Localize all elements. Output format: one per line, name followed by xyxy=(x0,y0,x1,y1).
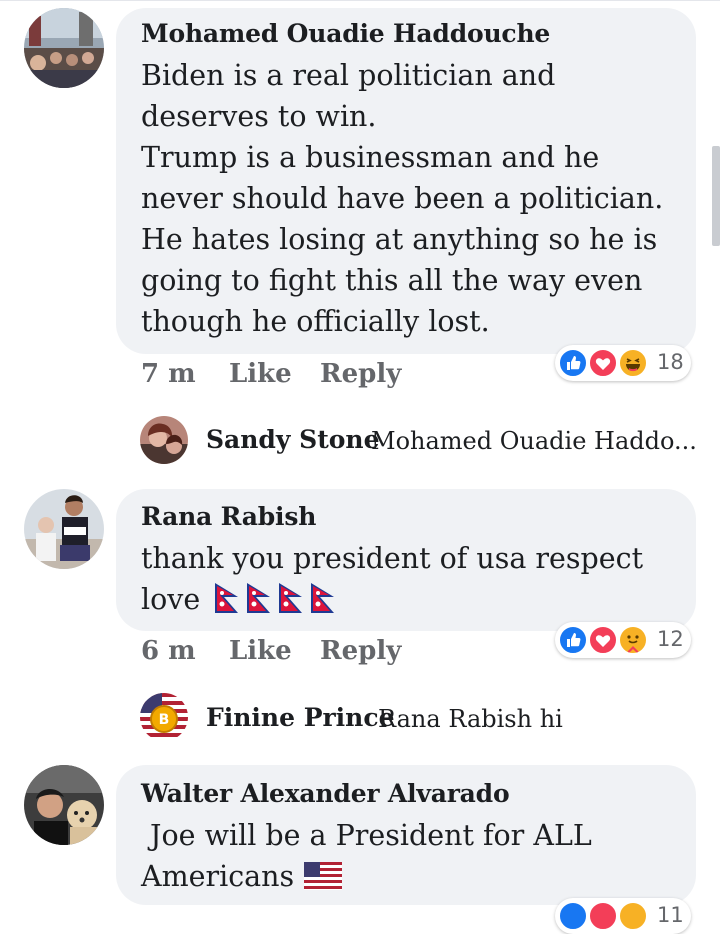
reply-author[interactable]: Sandy Stone xyxy=(206,425,380,454)
like-reaction-icon xyxy=(558,901,588,931)
comment-text: Joe will be a President for ALL American… xyxy=(141,819,592,893)
scrollbar-thumb[interactable] xyxy=(712,146,720,246)
nepal-flag-icon xyxy=(278,582,304,618)
comment-author[interactable]: Walter Alexander Alvarado xyxy=(141,779,510,808)
reply-avatar[interactable] xyxy=(140,416,188,464)
like-button[interactable]: Like xyxy=(229,359,292,389)
commenter-avatar[interactable] xyxy=(24,8,104,88)
nepal-flag-icon xyxy=(214,582,240,618)
reply-preview[interactable]: Rana Rabish hi xyxy=(378,705,563,733)
reaction-summary[interactable]: 11 xyxy=(555,898,691,934)
like-button[interactable]: Like xyxy=(229,636,292,666)
avatar-photo xyxy=(24,765,104,845)
care-reaction-icon xyxy=(618,901,648,931)
comment-author[interactable]: Rana Rabish xyxy=(141,502,316,531)
love-reaction-icon xyxy=(588,625,618,655)
reply-button[interactable]: Reply xyxy=(320,359,401,389)
svg-text:B: B xyxy=(159,712,170,728)
commenter-avatar[interactable] xyxy=(24,489,104,569)
love-reaction-icon xyxy=(588,901,618,931)
avatar-photo: B xyxy=(140,693,188,741)
haha-reaction-icon xyxy=(618,348,648,378)
emoji-row xyxy=(214,582,342,618)
us-flag-icon xyxy=(304,862,342,894)
like-reaction-icon xyxy=(558,348,588,378)
commenter-avatar[interactable] xyxy=(24,765,104,845)
avatar-photo xyxy=(140,416,188,464)
comment-timestamp[interactable]: 7 m xyxy=(141,359,196,389)
comment-timestamp[interactable]: 6 m xyxy=(141,636,196,666)
comment-text: Biden is a real politician and deserves … xyxy=(141,59,664,338)
like-reaction-icon xyxy=(558,625,588,655)
reaction-count: 11 xyxy=(657,903,684,927)
reaction-count: 12 xyxy=(657,627,684,651)
reply-button[interactable]: Reply xyxy=(320,636,401,666)
nepal-flag-icon xyxy=(246,582,272,618)
avatar-photo xyxy=(24,489,104,569)
comment-author[interactable]: Mohamed Ouadie Haddouche xyxy=(141,19,550,48)
reply-preview[interactable]: Mohamed Ouadie Haddo... xyxy=(371,427,697,455)
reaction-count: 18 xyxy=(657,350,684,374)
reply-avatar[interactable]: B xyxy=(140,693,188,741)
reply-author[interactable]: Finine Prince xyxy=(206,703,394,732)
care-reaction-icon xyxy=(618,625,648,655)
nepal-flag-icon xyxy=(310,582,336,618)
reaction-summary[interactable]: 12 xyxy=(555,622,691,658)
avatar-photo xyxy=(24,8,104,88)
reaction-summary[interactable]: 18 xyxy=(555,345,691,381)
love-reaction-icon xyxy=(588,348,618,378)
